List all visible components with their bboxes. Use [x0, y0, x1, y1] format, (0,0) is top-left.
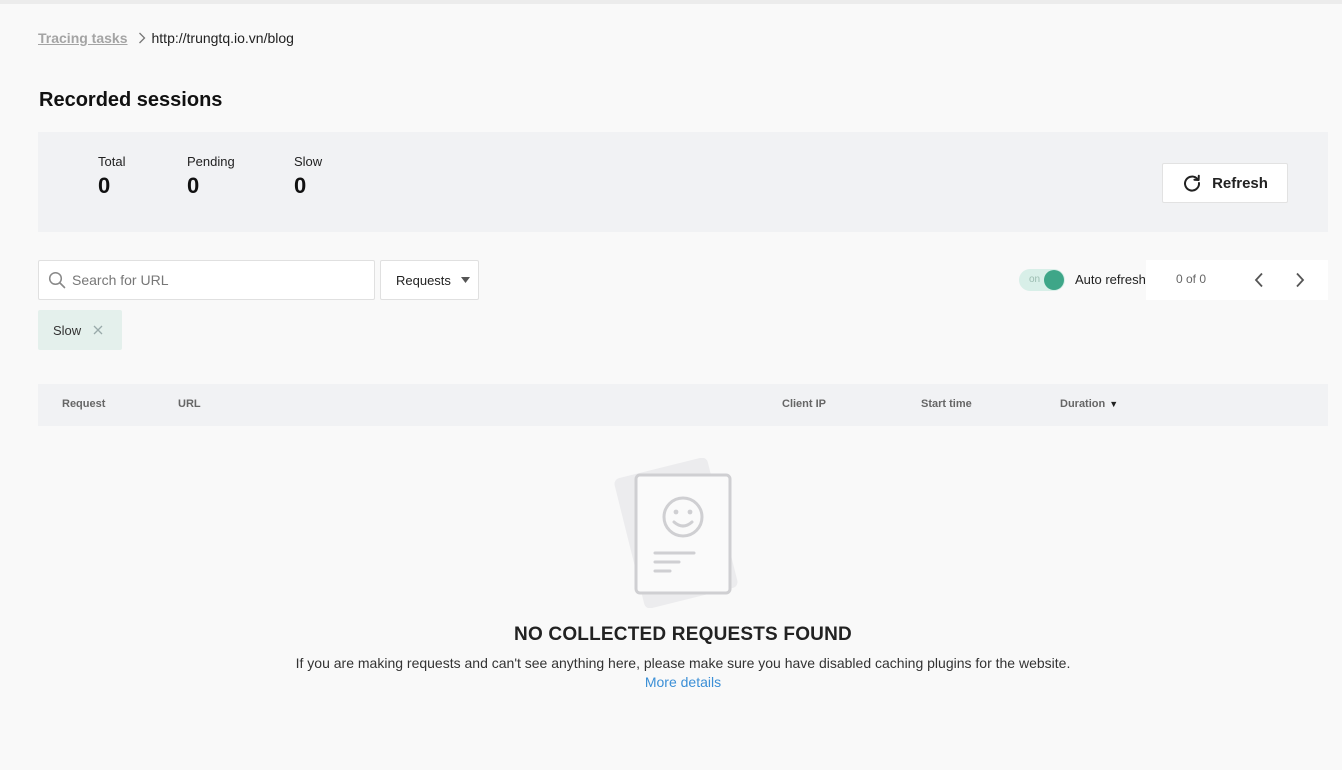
breadcrumb: Tracing tasks http://trungtq.io.vn/blog: [38, 30, 294, 46]
column-header-duration[interactable]: Duration ▼: [1060, 398, 1118, 410]
table-header: Request URL Client IP Start time Duratio…: [38, 384, 1328, 426]
stat-pending: Pending 0: [187, 154, 235, 199]
more-details-link[interactable]: More details: [0, 674, 1342, 690]
requests-type-selected: Requests: [396, 272, 451, 288]
chevron-left-icon[interactable]: [1250, 271, 1268, 289]
stat-total-value: 0: [98, 173, 111, 198]
auto-refresh-label: Auto refresh: [1075, 272, 1146, 287]
chevron-right-icon: [138, 32, 146, 44]
toggle-knob: [1044, 270, 1064, 290]
pagination: 0 of 0: [1146, 260, 1328, 300]
search-icon: [48, 271, 66, 289]
sort-desc-icon: ▼: [1109, 399, 1119, 409]
caret-down-icon: [460, 277, 470, 283]
search-field[interactable]: [38, 260, 375, 300]
stat-slow-label: Slow: [294, 154, 323, 169]
empty-document-icon: [614, 457, 754, 609]
column-header-client-ip: Client IP: [782, 398, 827, 410]
breadcrumb-current: http://trungtq.io.vn/blog: [151, 30, 294, 46]
empty-state-title: NO COLLECTED REQUESTS FOUND: [514, 624, 852, 645]
refresh-icon: [1182, 173, 1202, 193]
filter-chip-label: Slow: [53, 322, 82, 338]
top-border: [0, 0, 1342, 4]
pagination-count: 0 of 0: [1176, 272, 1207, 286]
stats-panel: Total 0 Pending 0 Slow 0 Refresh: [38, 132, 1328, 232]
chevron-right-icon[interactable]: [1291, 271, 1309, 289]
stat-slow-value: 0: [294, 173, 307, 198]
auto-refresh-toggle[interactable]: on: [1019, 269, 1065, 291]
column-header-request: Request: [62, 398, 106, 410]
column-header-duration-label: Duration: [1060, 398, 1106, 410]
column-header-start-time: Start time: [921, 398, 972, 410]
stat-pending-label: Pending: [187, 154, 235, 169]
filter-chip-slow: Slow: [38, 310, 122, 350]
refresh-button-label: Refresh: [1212, 174, 1268, 192]
breadcrumb-tracing-tasks-link[interactable]: Tracing tasks: [38, 30, 128, 46]
stat-pending-value: 0: [187, 173, 200, 198]
refresh-button[interactable]: Refresh: [1162, 163, 1288, 203]
toggle-on-text: on: [1029, 274, 1041, 285]
empty-state-description: If you are making requests and can't see…: [295, 655, 1071, 671]
page-title: Recorded sessions: [39, 89, 223, 111]
close-icon[interactable]: [93, 325, 103, 335]
stat-total-label: Total: [98, 154, 126, 169]
column-header-url: URL: [178, 398, 201, 410]
requests-type-select[interactable]: Requests: [380, 260, 479, 300]
stat-slow: Slow 0: [294, 154, 322, 199]
search-input[interactable]: [72, 272, 352, 288]
stat-total: Total 0: [98, 154, 125, 199]
